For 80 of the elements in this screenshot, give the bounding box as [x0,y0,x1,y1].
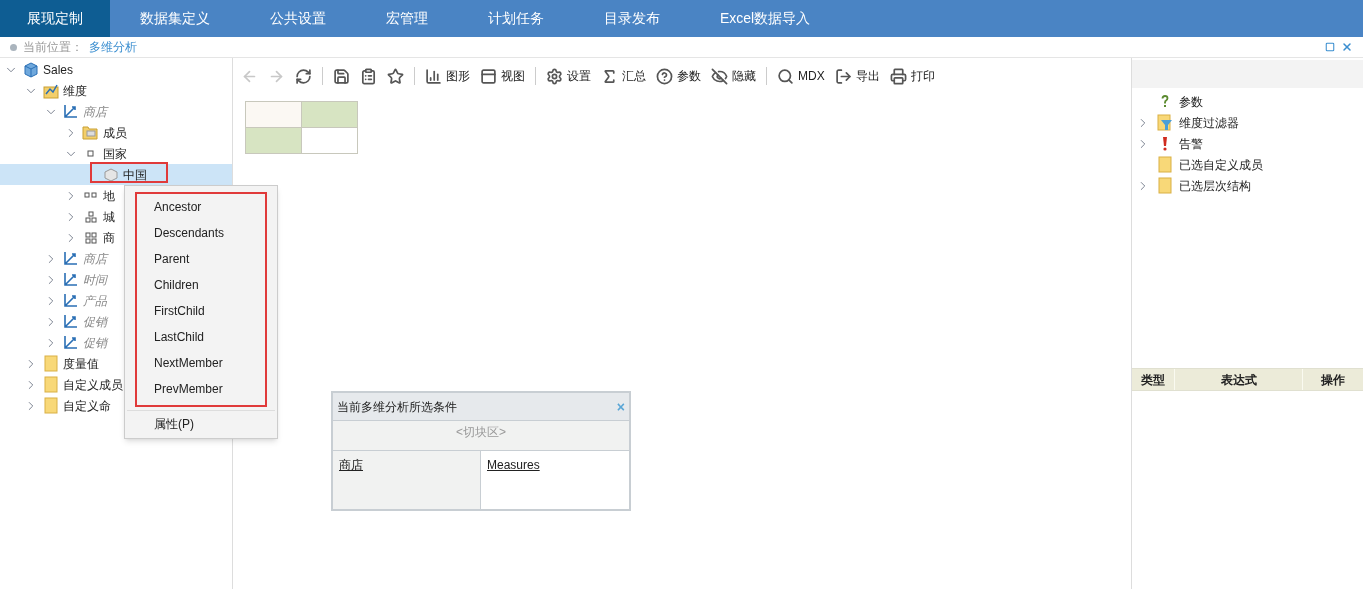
nav-tab[interactable]: Excel数据导入 [690,0,841,37]
settings-icon [546,67,563,85]
alert-icon [1160,136,1169,151]
column-header: 类型 [1140,371,1166,389]
grid-icon [84,231,97,244]
tree-item[interactable]: 参数 [1132,91,1363,112]
folder-icon [43,355,58,372]
tree-item[interactable]: 成员 [0,122,232,143]
breadcrumb-link[interactable]: 多维分析 [89,38,137,56]
nav-tab[interactable]: 目录发布 [574,0,690,37]
breadcrumb-label: 当前位置： [23,39,83,56]
folder-icon [43,376,58,393]
folder-icon [43,397,58,414]
columns-link[interactable]: Measures [487,458,540,472]
settings-button[interactable]: 设置 [546,67,591,85]
close-icon[interactable] [1341,41,1353,53]
menu-item[interactable]: LastChild [137,324,265,350]
dots-icon [83,191,98,200]
rows-link[interactable]: 商店 [339,458,363,472]
nav-tab[interactable]: 数据集定义 [110,0,240,37]
tree-item[interactable]: 告警 [1132,133,1363,154]
column-header: 操作 [1320,371,1346,389]
menu-item[interactable]: Descendants [137,220,265,246]
maximize-icon[interactable] [1325,42,1335,52]
view-button[interactable]: 视图 [480,67,525,85]
axis-icon [63,314,78,329]
mdx-button[interactable]: MDX [777,67,825,85]
hexagon-icon [103,167,118,182]
dots-icon [84,210,97,223]
tree-item[interactable]: 国家 [0,143,232,164]
eye-off-icon [711,67,728,85]
sum-button[interactable]: 汇总 [601,67,646,85]
tree-item[interactable]: 维度过滤器 [1132,112,1363,133]
menu-item[interactable]: FirstChild [137,298,265,324]
menu-item[interactable]: Ancestor [137,194,265,220]
search-icon [777,67,794,85]
star-icon[interactable] [387,67,404,85]
nav-tab[interactable]: 公共设置 [240,0,356,37]
parameter-button[interactable]: 参数 [656,67,701,85]
folder-chart-icon [42,82,59,99]
hide-button[interactable]: 隐藏 [711,67,756,85]
save-icon[interactable] [333,67,350,85]
folder-icon [1157,156,1172,173]
nav-tab[interactable]: 展现定制 [0,0,110,37]
clipboard-icon[interactable] [360,67,377,85]
question-icon [1160,95,1169,108]
tree-item[interactable]: Sales [0,59,232,80]
panel-icon [480,67,497,85]
tree-item[interactable]: 已选自定义成员 [1132,154,1363,175]
nav-tab[interactable]: 计划任务 [458,0,574,37]
tree-item[interactable]: 维度 [0,80,232,101]
axis-icon [63,251,78,266]
cube-icon [22,61,39,78]
tree-item[interactable]: 已选层次结构 [1132,175,1363,196]
column-header: 表达式 [1174,369,1303,390]
menu-item[interactable]: Parent [137,246,265,272]
menu-item[interactable]: NextMember [137,350,265,376]
folder-icon [1157,177,1172,194]
axis-icon [63,104,78,119]
axis-icon [63,335,78,350]
axis-icon [63,293,78,308]
chart-button[interactable]: 图形 [425,67,470,85]
export-icon [834,67,852,85]
tree-item[interactable]: 中国 [0,164,232,185]
folder-filter-icon [1156,114,1173,131]
nav-tab[interactable]: 宏管理 [356,0,458,37]
menu-item[interactable]: Children [137,272,265,298]
refresh-icon[interactable] [295,67,312,85]
sigma-icon [601,67,618,85]
axis-icon [63,272,78,287]
printer-icon [889,67,907,85]
export-button[interactable]: 导出 [834,67,880,85]
open-folder-icon [82,125,99,140]
bar-chart-icon [425,67,442,85]
tree-item[interactable]: 商店 [0,101,232,122]
help-icon [656,67,673,85]
slicer-zone: <切块区> [333,421,629,451]
bullet-icon [10,43,17,51]
dialog-title: 当前多维分析所选条件 [337,398,457,416]
print-button[interactable]: 打印 [889,67,935,85]
